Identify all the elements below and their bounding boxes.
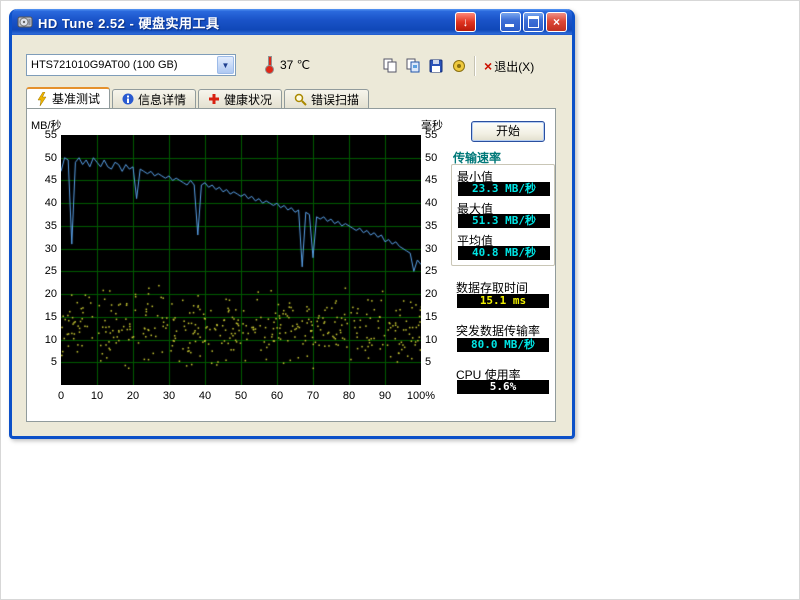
benchmark-icon <box>36 92 48 106</box>
y-tick-left: 40 <box>29 197 57 209</box>
avg-value: 40.8 MB/秒 <box>458 246 550 260</box>
x-tick: 60 <box>259 390 295 402</box>
y-tick-right: 20 <box>425 288 451 300</box>
health-icon <box>208 93 220 105</box>
y-tick-right: 55 <box>425 129 451 141</box>
cpu-usage-value: 5.6% <box>457 380 549 394</box>
max-value: 51.3 MB/秒 <box>458 214 550 228</box>
options-button[interactable] <box>447 55 470 77</box>
y-tick-right: 10 <box>425 334 451 346</box>
tab-health[interactable]: 健康状况 <box>198 89 282 108</box>
desktop: HD Tune 2.52 - 硬盘实用工具 ↓ × HTS721010G9AT0… <box>0 0 800 600</box>
x-tick: 90 <box>367 390 403 402</box>
drive-select-value: HTS721010G9AT00 (100 GB) <box>27 59 216 71</box>
save-button[interactable] <box>424 55 447 77</box>
y-tick-left: 35 <box>29 220 57 232</box>
y-tick-left: 55 <box>29 129 57 141</box>
y-tick-right: 5 <box>425 356 451 368</box>
y-tick-right: 35 <box>425 220 451 232</box>
y-tick-right: 45 <box>425 174 451 186</box>
x-tick: 100% <box>403 390 439 402</box>
y-tick-right: 15 <box>425 311 451 323</box>
info-icon <box>122 93 134 105</box>
x-tick: 10 <box>79 390 115 402</box>
y-tick-left: 30 <box>29 243 57 255</box>
copy-button[interactable] <box>378 55 401 77</box>
exit-icon: × <box>484 58 492 74</box>
window-title: HD Tune 2.52 - 硬盘实用工具 <box>38 13 219 32</box>
tab-bar: 基准测试 信息详情 健康状况 <box>26 87 371 108</box>
thermometer-icon <box>265 56 275 74</box>
y-tick-left: 10 <box>29 334 57 346</box>
y-tick-right: 30 <box>425 243 451 255</box>
save-icon <box>428 58 444 74</box>
copy-image-icon <box>405 58 421 74</box>
burst-rate-label: 突发数据传输率 <box>456 322 540 339</box>
tab-label: 基准测试 <box>52 90 100 107</box>
x-tick: 40 <box>187 390 223 402</box>
temperature-readout: 37 ℃ <box>280 58 310 72</box>
toolbar-separator <box>474 56 476 76</box>
y-tick-right: 25 <box>425 265 451 277</box>
x-tick: 70 <box>295 390 331 402</box>
tab-label: 健康状况 <box>224 91 272 108</box>
y-tick-right: 50 <box>425 152 451 164</box>
transfer-rate-group: 最小值 23.3 MB/秒 最大值 51.3 MB/秒 平均值 40.8 MB/… <box>451 164 555 266</box>
exit-label: 退出(X) <box>494 58 534 75</box>
benchmark-chart <box>61 135 421 385</box>
maximize-icon[interactable] <box>523 12 544 32</box>
toolbar: × 退出(X) <box>378 55 538 77</box>
tab-error-scan[interactable]: 错误扫描 <box>284 89 369 108</box>
title-bar[interactable]: HD Tune 2.52 - 硬盘实用工具 ↓ × <box>12 9 572 35</box>
options-icon <box>451 58 467 74</box>
exit-button[interactable]: × 退出(X) <box>480 55 538 77</box>
start-button[interactable]: 开始 <box>471 121 545 142</box>
x-tick: 80 <box>331 390 367 402</box>
scan-icon <box>294 93 307 106</box>
access-time-value: 15.1 ms <box>457 294 549 308</box>
results-panel: 开始 传输速率 最小值 23.3 MB/秒 最大值 51.3 MB/秒 平均值 … <box>451 109 555 421</box>
x-tick: 0 <box>43 390 79 402</box>
x-tick: 50 <box>223 390 259 402</box>
minimize-icon[interactable] <box>500 12 521 32</box>
client-area: HTS721010G9AT00 (100 GB) ▼ 37 ℃ <box>12 35 572 434</box>
benchmark-page: MB/秒 毫秒 55555050454540403535303025252020… <box>26 108 556 422</box>
y-tick-left: 50 <box>29 152 57 164</box>
tab-label: 信息详情 <box>138 91 186 108</box>
y-tick-left: 45 <box>29 174 57 186</box>
tab-label: 错误扫描 <box>311 91 359 108</box>
hdd-icon <box>17 14 33 30</box>
min-value: 23.3 MB/秒 <box>458 182 550 196</box>
y-tick-left: 5 <box>29 356 57 368</box>
burst-rate-value: 80.0 MB/秒 <box>457 338 549 352</box>
drive-select[interactable]: HTS721010G9AT00 (100 GB) ▼ <box>26 54 236 76</box>
combo-arrow-icon[interactable]: ▼ <box>217 56 234 74</box>
y-tick-left: 20 <box>29 288 57 300</box>
y-tick-right: 40 <box>425 197 451 209</box>
app-window: HD Tune 2.52 - 硬盘实用工具 ↓ × HTS721010G9AT0… <box>9 9 575 439</box>
tab-benchmark[interactable]: 基准测试 <box>26 87 110 108</box>
copy-icon <box>382 58 398 74</box>
copy-image-button[interactable] <box>401 55 424 77</box>
close-icon[interactable]: × <box>546 12 567 32</box>
tab-info[interactable]: 信息详情 <box>112 89 196 108</box>
y-tick-left: 15 <box>29 311 57 323</box>
x-tick: 30 <box>151 390 187 402</box>
y-tick-left: 25 <box>29 265 57 277</box>
x-tick: 20 <box>115 390 151 402</box>
download-icon[interactable]: ↓ <box>455 12 476 32</box>
